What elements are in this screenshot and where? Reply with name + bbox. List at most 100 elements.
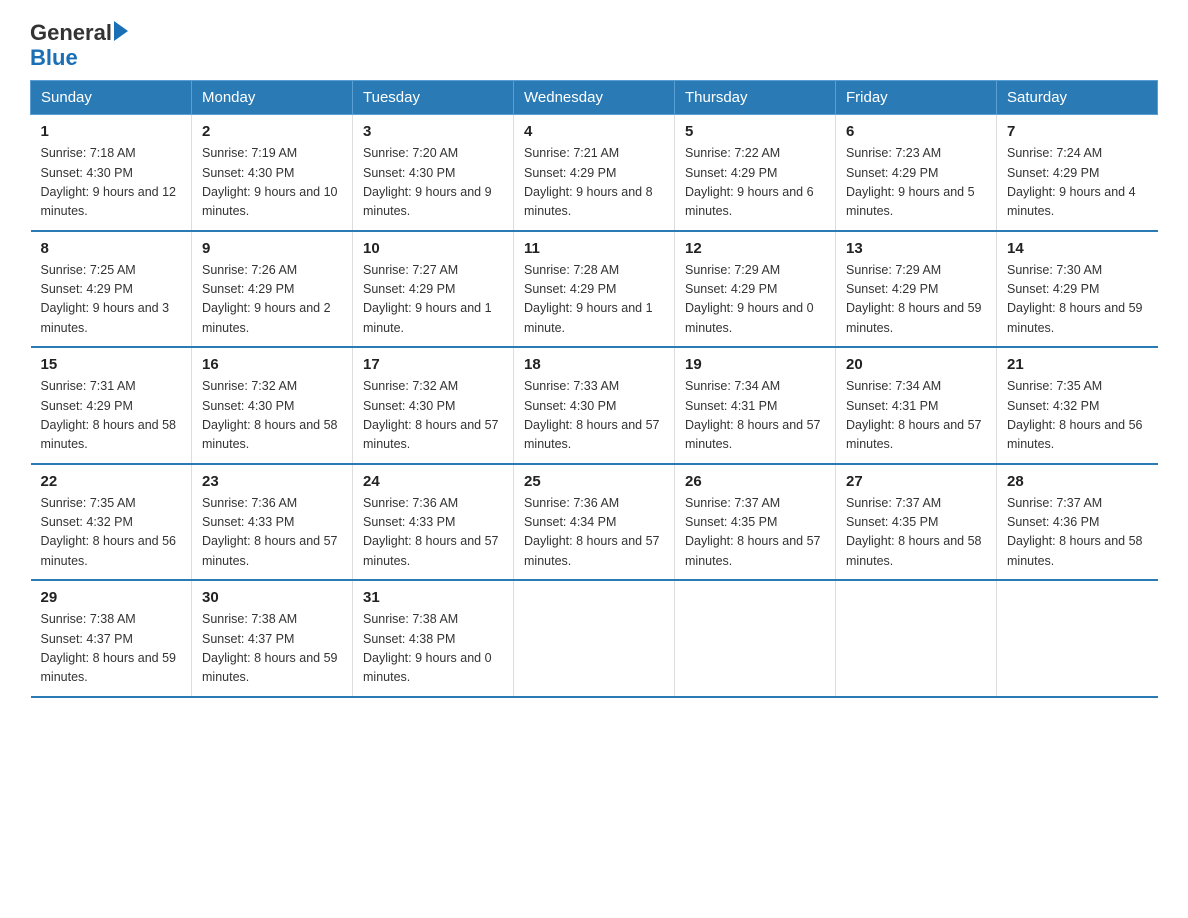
day-info: Sunrise: 7:38 AMSunset: 4:38 PMDaylight:… xyxy=(363,610,503,688)
day-number: 4 xyxy=(524,123,664,140)
day-info: Sunrise: 7:35 AMSunset: 4:32 PMDaylight:… xyxy=(41,494,182,572)
logo-triangle-icon xyxy=(114,21,128,41)
day-number: 9 xyxy=(202,240,342,257)
calendar-cell: 26 Sunrise: 7:37 AMSunset: 4:35 PMDaylig… xyxy=(675,464,836,581)
calendar-cell: 21 Sunrise: 7:35 AMSunset: 4:32 PMDaylig… xyxy=(997,347,1158,464)
calendar-cell: 13 Sunrise: 7:29 AMSunset: 4:29 PMDaylig… xyxy=(836,231,997,348)
calendar-cell: 2 Sunrise: 7:19 AMSunset: 4:30 PMDayligh… xyxy=(192,115,353,231)
day-number: 5 xyxy=(685,123,825,140)
day-info: Sunrise: 7:38 AMSunset: 4:37 PMDaylight:… xyxy=(202,610,342,688)
day-info: Sunrise: 7:34 AMSunset: 4:31 PMDaylight:… xyxy=(846,377,986,455)
calendar-cell: 5 Sunrise: 7:22 AMSunset: 4:29 PMDayligh… xyxy=(675,115,836,231)
day-number: 24 xyxy=(363,473,503,490)
calendar-cell: 20 Sunrise: 7:34 AMSunset: 4:31 PMDaylig… xyxy=(836,347,997,464)
day-info: Sunrise: 7:21 AMSunset: 4:29 PMDaylight:… xyxy=(524,144,664,222)
calendar-cell: 16 Sunrise: 7:32 AMSunset: 4:30 PMDaylig… xyxy=(192,347,353,464)
day-number: 2 xyxy=(202,123,342,140)
day-info: Sunrise: 7:29 AMSunset: 4:29 PMDaylight:… xyxy=(685,261,825,339)
calendar-cell xyxy=(675,580,836,697)
calendar-cell xyxy=(836,580,997,697)
calendar-cell: 3 Sunrise: 7:20 AMSunset: 4:30 PMDayligh… xyxy=(353,115,514,231)
calendar-cell: 9 Sunrise: 7:26 AMSunset: 4:29 PMDayligh… xyxy=(192,231,353,348)
day-info: Sunrise: 7:37 AMSunset: 4:35 PMDaylight:… xyxy=(846,494,986,572)
day-number: 11 xyxy=(524,240,664,257)
day-number: 26 xyxy=(685,473,825,490)
day-number: 12 xyxy=(685,240,825,257)
calendar-cell: 8 Sunrise: 7:25 AMSunset: 4:29 PMDayligh… xyxy=(31,231,192,348)
day-number: 10 xyxy=(363,240,503,257)
day-info: Sunrise: 7:19 AMSunset: 4:30 PMDaylight:… xyxy=(202,144,342,222)
day-number: 22 xyxy=(41,473,182,490)
calendar-cell: 22 Sunrise: 7:35 AMSunset: 4:32 PMDaylig… xyxy=(31,464,192,581)
day-info: Sunrise: 7:33 AMSunset: 4:30 PMDaylight:… xyxy=(524,377,664,455)
day-number: 31 xyxy=(363,589,503,606)
calendar-cell: 14 Sunrise: 7:30 AMSunset: 4:29 PMDaylig… xyxy=(997,231,1158,348)
calendar-week-1: 1 Sunrise: 7:18 AMSunset: 4:30 PMDayligh… xyxy=(31,115,1158,231)
day-number: 17 xyxy=(363,356,503,373)
day-number: 23 xyxy=(202,473,342,490)
day-info: Sunrise: 7:25 AMSunset: 4:29 PMDaylight:… xyxy=(41,261,182,339)
weekday-row: SundayMondayTuesdayWednesdayThursdayFrid… xyxy=(31,81,1158,115)
day-info: Sunrise: 7:30 AMSunset: 4:29 PMDaylight:… xyxy=(1007,261,1148,339)
calendar-cell: 30 Sunrise: 7:38 AMSunset: 4:37 PMDaylig… xyxy=(192,580,353,697)
day-info: Sunrise: 7:36 AMSunset: 4:33 PMDaylight:… xyxy=(202,494,342,572)
logo-general: General xyxy=(30,20,112,46)
day-number: 15 xyxy=(41,356,182,373)
day-number: 21 xyxy=(1007,356,1148,373)
day-number: 18 xyxy=(524,356,664,373)
calendar-cell: 28 Sunrise: 7:37 AMSunset: 4:36 PMDaylig… xyxy=(997,464,1158,581)
calendar-week-3: 15 Sunrise: 7:31 AMSunset: 4:29 PMDaylig… xyxy=(31,347,1158,464)
day-info: Sunrise: 7:35 AMSunset: 4:32 PMDaylight:… xyxy=(1007,377,1148,455)
day-info: Sunrise: 7:34 AMSunset: 4:31 PMDaylight:… xyxy=(685,377,825,455)
calendar-body: 1 Sunrise: 7:18 AMSunset: 4:30 PMDayligh… xyxy=(31,115,1158,697)
day-info: Sunrise: 7:27 AMSunset: 4:29 PMDaylight:… xyxy=(363,261,503,339)
calendar-cell: 29 Sunrise: 7:38 AMSunset: 4:37 PMDaylig… xyxy=(31,580,192,697)
calendar-cell xyxy=(997,580,1158,697)
logo-blue-text: Blue xyxy=(30,46,128,70)
weekday-header-saturday: Saturday xyxy=(997,81,1158,115)
weekday-header-sunday: Sunday xyxy=(31,81,192,115)
day-info: Sunrise: 7:24 AMSunset: 4:29 PMDaylight:… xyxy=(1007,144,1148,222)
calendar-week-4: 22 Sunrise: 7:35 AMSunset: 4:32 PMDaylig… xyxy=(31,464,1158,581)
day-info: Sunrise: 7:31 AMSunset: 4:29 PMDaylight:… xyxy=(41,377,182,455)
calendar-header: SundayMondayTuesdayWednesdayThursdayFrid… xyxy=(31,81,1158,115)
logo: General Blue xyxy=(30,20,128,70)
day-info: Sunrise: 7:36 AMSunset: 4:34 PMDaylight:… xyxy=(524,494,664,572)
day-number: 3 xyxy=(363,123,503,140)
day-info: Sunrise: 7:20 AMSunset: 4:30 PMDaylight:… xyxy=(363,144,503,222)
day-number: 30 xyxy=(202,589,342,606)
calendar-cell: 23 Sunrise: 7:36 AMSunset: 4:33 PMDaylig… xyxy=(192,464,353,581)
day-number: 25 xyxy=(524,473,664,490)
day-number: 1 xyxy=(41,123,182,140)
day-info: Sunrise: 7:32 AMSunset: 4:30 PMDaylight:… xyxy=(363,377,503,455)
day-number: 6 xyxy=(846,123,986,140)
calendar-cell: 7 Sunrise: 7:24 AMSunset: 4:29 PMDayligh… xyxy=(997,115,1158,231)
calendar-cell: 24 Sunrise: 7:36 AMSunset: 4:33 PMDaylig… xyxy=(353,464,514,581)
day-info: Sunrise: 7:26 AMSunset: 4:29 PMDaylight:… xyxy=(202,261,342,339)
calendar-cell: 4 Sunrise: 7:21 AMSunset: 4:29 PMDayligh… xyxy=(514,115,675,231)
weekday-header-monday: Monday xyxy=(192,81,353,115)
day-info: Sunrise: 7:22 AMSunset: 4:29 PMDaylight:… xyxy=(685,144,825,222)
calendar-cell: 1 Sunrise: 7:18 AMSunset: 4:30 PMDayligh… xyxy=(31,115,192,231)
day-number: 7 xyxy=(1007,123,1148,140)
day-number: 19 xyxy=(685,356,825,373)
day-number: 28 xyxy=(1007,473,1148,490)
day-info: Sunrise: 7:36 AMSunset: 4:33 PMDaylight:… xyxy=(363,494,503,572)
calendar-cell: 19 Sunrise: 7:34 AMSunset: 4:31 PMDaylig… xyxy=(675,347,836,464)
calendar-cell: 18 Sunrise: 7:33 AMSunset: 4:30 PMDaylig… xyxy=(514,347,675,464)
calendar-cell: 15 Sunrise: 7:31 AMSunset: 4:29 PMDaylig… xyxy=(31,347,192,464)
day-info: Sunrise: 7:38 AMSunset: 4:37 PMDaylight:… xyxy=(41,610,182,688)
weekday-header-tuesday: Tuesday xyxy=(353,81,514,115)
day-info: Sunrise: 7:37 AMSunset: 4:35 PMDaylight:… xyxy=(685,494,825,572)
calendar-week-2: 8 Sunrise: 7:25 AMSunset: 4:29 PMDayligh… xyxy=(31,231,1158,348)
day-number: 14 xyxy=(1007,240,1148,257)
day-info: Sunrise: 7:18 AMSunset: 4:30 PMDaylight:… xyxy=(41,144,182,222)
calendar-table: SundayMondayTuesdayWednesdayThursdayFrid… xyxy=(30,80,1158,698)
day-number: 20 xyxy=(846,356,986,373)
day-number: 16 xyxy=(202,356,342,373)
calendar-cell: 31 Sunrise: 7:38 AMSunset: 4:38 PMDaylig… xyxy=(353,580,514,697)
calendar-cell: 25 Sunrise: 7:36 AMSunset: 4:34 PMDaylig… xyxy=(514,464,675,581)
day-info: Sunrise: 7:37 AMSunset: 4:36 PMDaylight:… xyxy=(1007,494,1148,572)
calendar-cell xyxy=(514,580,675,697)
day-info: Sunrise: 7:23 AMSunset: 4:29 PMDaylight:… xyxy=(846,144,986,222)
